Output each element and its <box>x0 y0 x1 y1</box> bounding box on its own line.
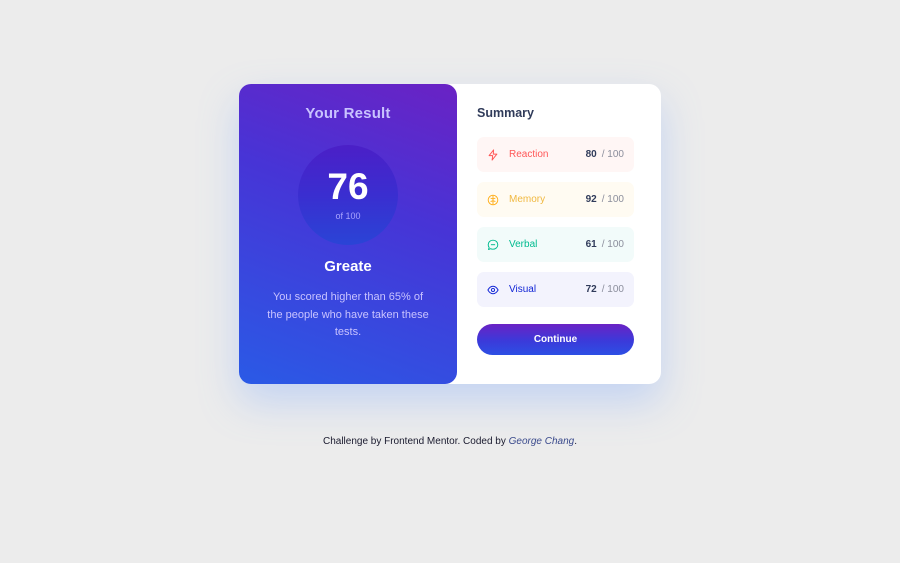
summary-item-label: Verbal <box>509 239 538 250</box>
summary-item-verbal: Verbal 61 / 100 <box>477 227 634 262</box>
summary-item-score: 92 <box>585 194 597 205</box>
summary-item-max: / 100 <box>601 149 624 160</box>
continue-button[interactable]: Continue <box>477 324 634 355</box>
summary-item-memory: Memory 92 / 100 <box>477 182 634 217</box>
summary-item-max: / 100 <box>601 284 624 295</box>
summary-item-visual: Visual 72 / 100 <box>477 272 634 307</box>
score-of-label: of 100 <box>335 211 361 221</box>
grade-label: Greate <box>324 258 372 275</box>
summary-item-label: Reaction <box>509 149 549 160</box>
attribution-suffix: . <box>574 436 578 447</box>
results-card: Your Result 76 of 100 Greate You scored … <box>239 84 661 384</box>
result-panel: Your Result 76 of 100 Greate You scored … <box>239 84 457 384</box>
author-link[interactable]: George Chang <box>509 436 575 447</box>
attribution-footer: Challenge by Frontend Mentor. Coded by G… <box>0 436 900 447</box>
eye-icon <box>487 284 499 296</box>
summary-title: Summary <box>477 106 534 120</box>
result-title: Your Result <box>305 105 391 122</box>
summary-item-score: 72 <box>585 284 597 295</box>
brain-icon <box>487 194 499 206</box>
summary-item-max: / 100 <box>601 239 624 250</box>
result-description: You scored higher than 65% of the people… <box>267 291 429 338</box>
chat-bubble-icon <box>487 239 499 251</box>
summary-item-score: 80 <box>585 149 597 160</box>
score-value: 76 <box>327 166 369 207</box>
summary-item-score: 61 <box>585 239 597 250</box>
summary-panel: Summary Reaction 80 / 100 Memory 92 / 10… <box>477 84 634 384</box>
summary-item-reaction: Reaction 80 / 100 <box>477 137 634 172</box>
summary-item-label: Visual <box>509 284 537 295</box>
lightning-icon <box>487 148 499 161</box>
attribution-text: Challenge by Frontend Mentor. Coded by <box>322 436 506 447</box>
page: Your Result 76 of 100 Greate You scored … <box>0 0 900 563</box>
summary-item-label: Memory <box>509 194 546 205</box>
score-circle: 76 of 100 <box>298 145 398 245</box>
summary-item-max: / 100 <box>601 194 624 205</box>
